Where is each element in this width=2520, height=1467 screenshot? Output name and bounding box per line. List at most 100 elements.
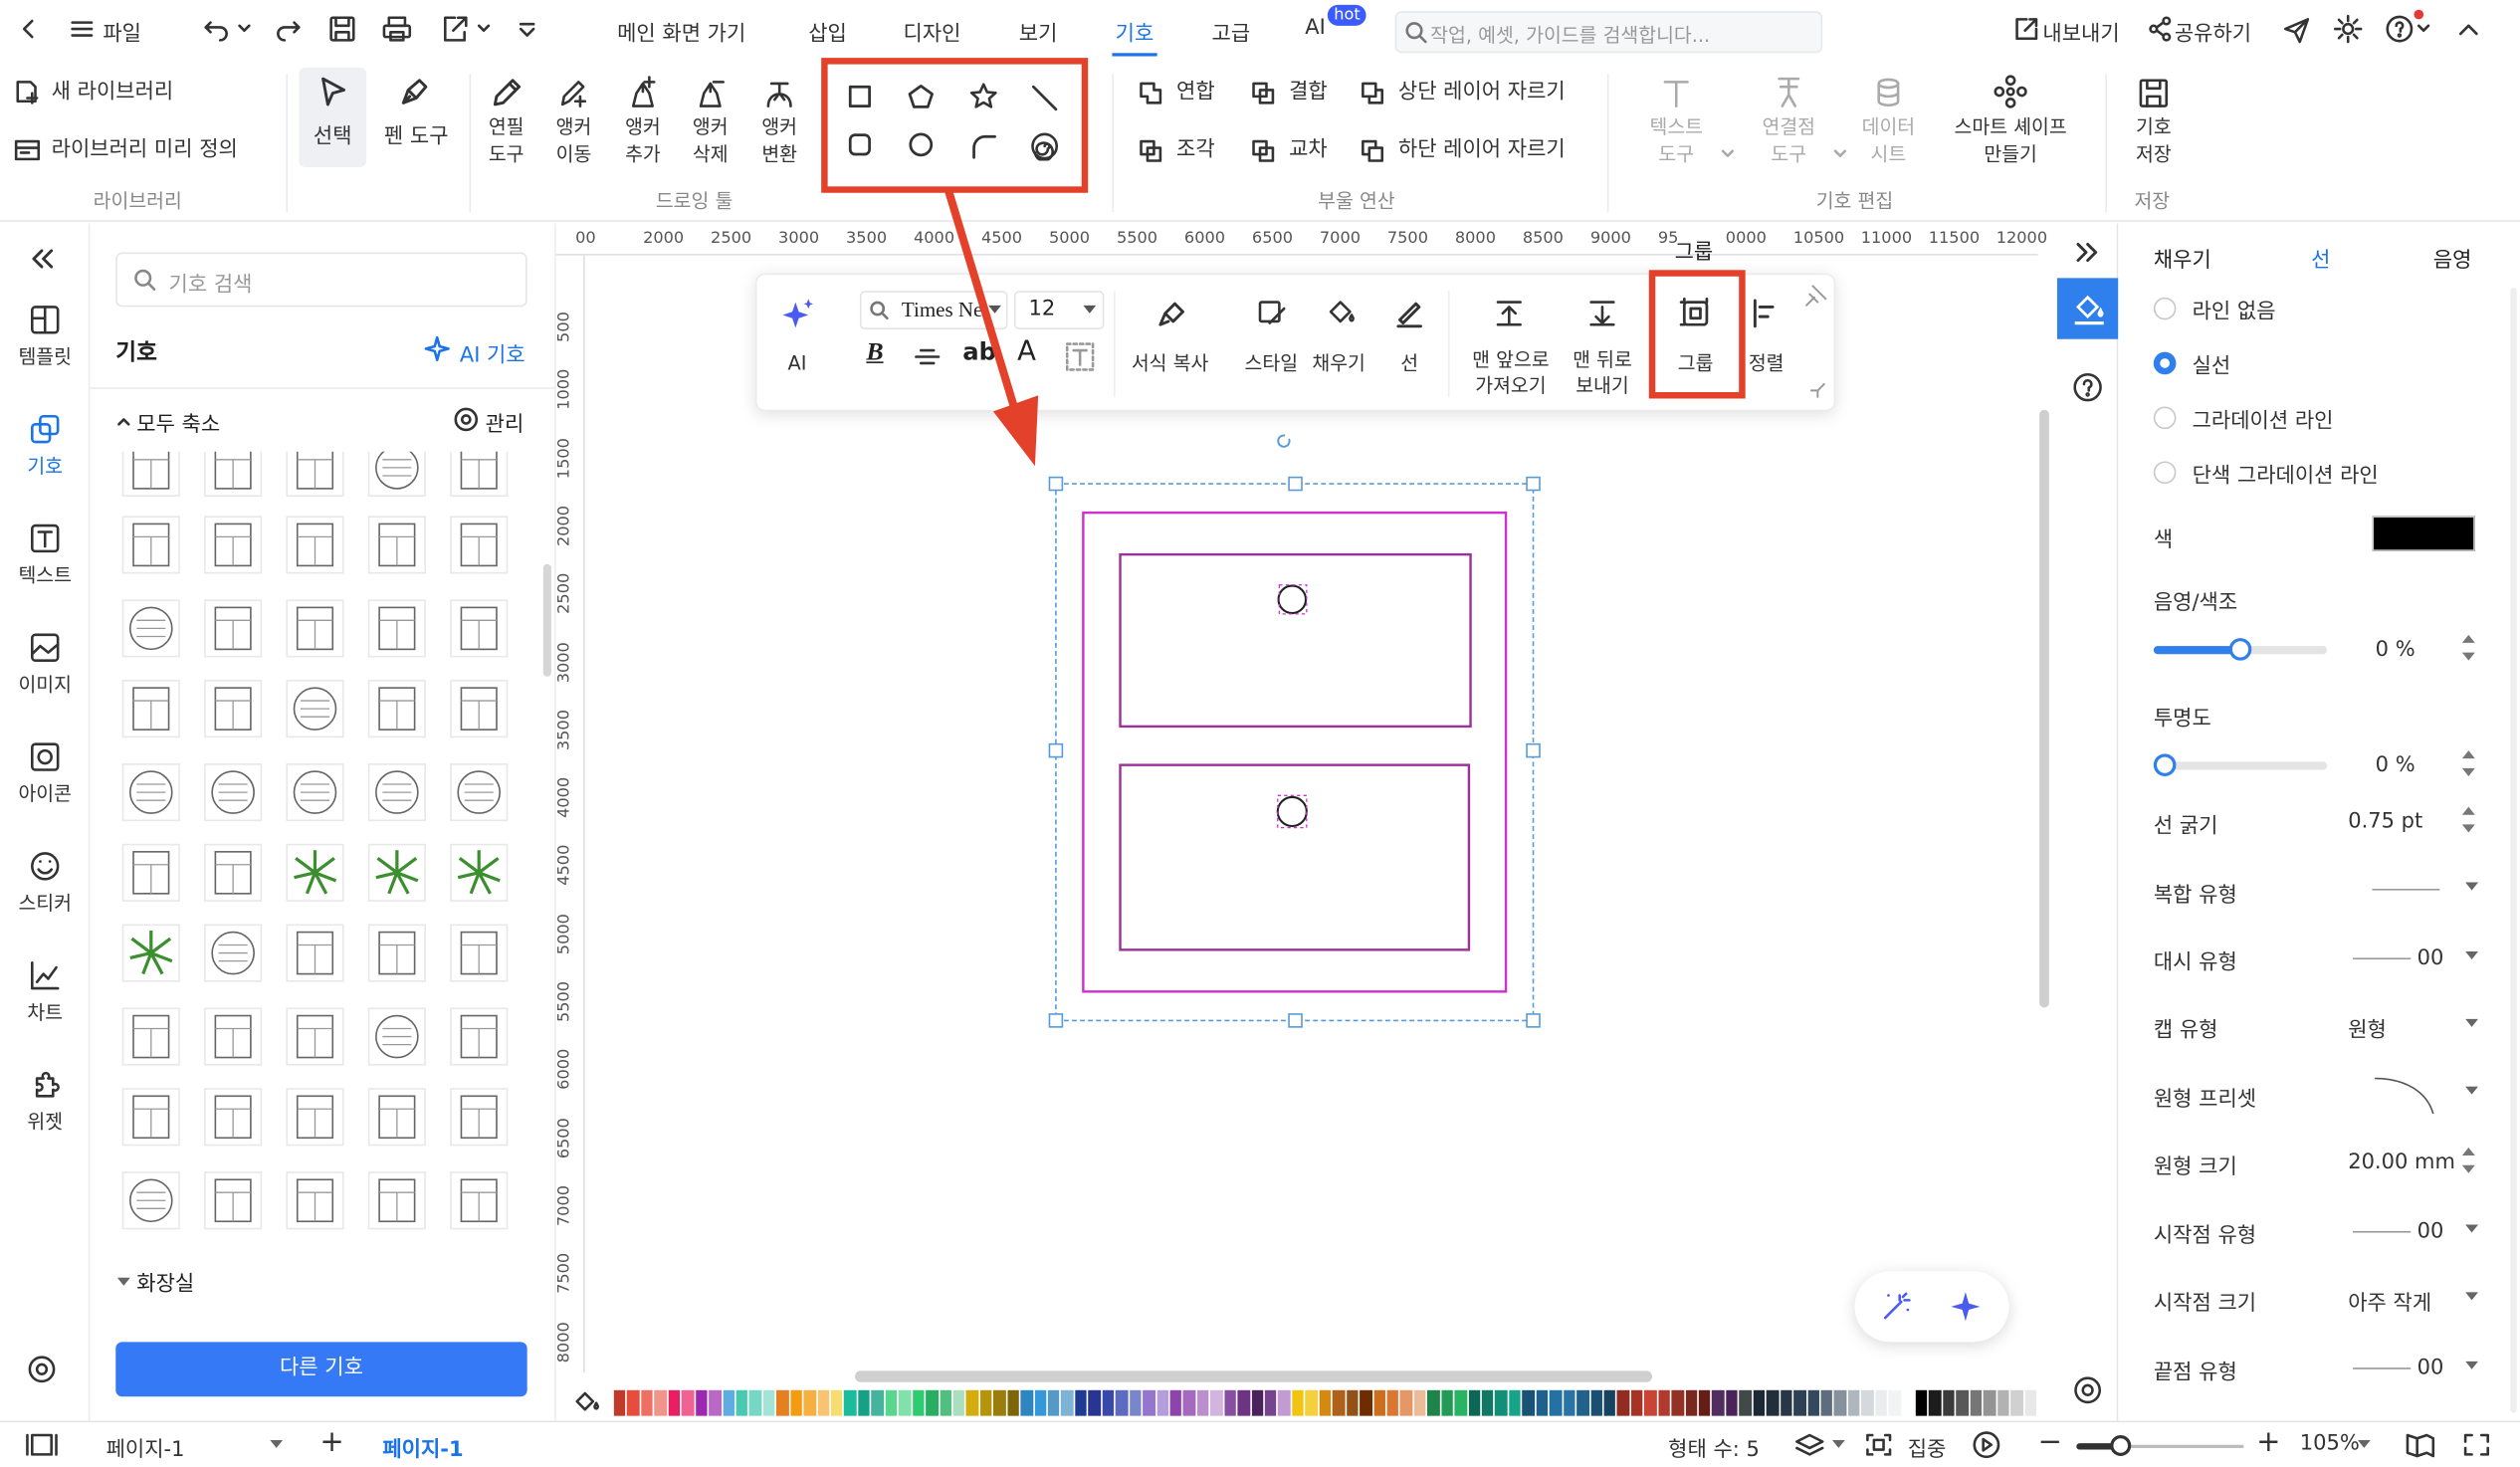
symbol-thumbnail[interactable]: [121, 599, 180, 658]
palette-swatch[interactable]: [1129, 1389, 1142, 1416]
collapse-all-button[interactable]: 모두 축소: [136, 407, 220, 437]
tab-shadow[interactable]: 음영: [2433, 243, 2472, 273]
symbol-thumbnail[interactable]: [121, 680, 180, 738]
send-back-icon[interactable]: [1586, 298, 1618, 329]
palette-swatch[interactable]: [1712, 1389, 1725, 1416]
crop-top-button[interactable]: 상단 레이어 자르기: [1398, 81, 1566, 106]
help-icon[interactable]: [2385, 15, 2414, 44]
palette-swatch[interactable]: [1589, 1389, 1602, 1416]
nav-icons[interactable]: 아이콘: [0, 740, 90, 806]
style-label[interactable]: 스타일: [1239, 352, 1304, 376]
symbol-thumbnail[interactable]: [204, 1171, 263, 1230]
send-icon[interactable]: [2282, 16, 2311, 45]
shade-slider-knob[interactable]: [2228, 638, 2252, 661]
palette-swatch[interactable]: [1155, 1389, 1168, 1416]
opacity-stepper-icon[interactable]: [2461, 747, 2475, 779]
menu-view[interactable]: 보기: [1019, 16, 1058, 47]
palette-swatch[interactable]: [1115, 1389, 1128, 1416]
palette-swatch[interactable]: [1874, 1389, 1887, 1416]
symbol-thumbnail[interactable]: [450, 516, 509, 574]
end-type-value[interactable]: 00: [2417, 1357, 2444, 1380]
vertical-scrollbar[interactable]: [2039, 409, 2049, 1008]
radio-gradient[interactable]: [2153, 406, 2177, 430]
symbol-thumbnail[interactable]: [121, 843, 180, 902]
end-type-dropdown-icon[interactable]: [2465, 1361, 2479, 1371]
palette-swatch[interactable]: [1915, 1389, 1928, 1416]
panel-settings-icon[interactable]: [2071, 1374, 2103, 1406]
radio-solid-gradient[interactable]: [2153, 461, 2177, 485]
predefined-library-icon[interactable]: [13, 136, 42, 162]
palette-swatch[interactable]: [735, 1389, 748, 1416]
predefined-library-button[interactable]: 라이브러리 미리 정의: [52, 138, 238, 164]
share-icon[interactable]: [2147, 16, 2173, 42]
palette-swatch[interactable]: [627, 1389, 640, 1416]
focus-icon[interactable]: [1864, 1432, 1893, 1458]
ai-label[interactable]: AI: [773, 352, 821, 376]
shade-value[interactable]: 0 %: [2376, 638, 2415, 662]
style-icon[interactable]: [1255, 298, 1287, 329]
page-select[interactable]: 페이지-1: [106, 1432, 185, 1462]
intersect-button[interactable]: 교차: [1289, 138, 1328, 164]
palette-swatch[interactable]: [912, 1389, 925, 1416]
connection-tool-icon[interactable]: [1775, 74, 1803, 109]
palette-swatch[interactable]: [1427, 1389, 1440, 1416]
zoom-dropdown-icon[interactable]: [2357, 1439, 2371, 1450]
resize-handles[interactable]: [1048, 476, 1541, 1028]
collapse-all-icon[interactable]: [115, 413, 131, 429]
palette-swatch[interactable]: [1061, 1389, 1074, 1416]
palette-swatch[interactable]: [1020, 1389, 1033, 1416]
pin-icon[interactable]: [1804, 285, 1827, 308]
color-swatch[interactable]: [2372, 516, 2475, 551]
symbol-thumbnail[interactable]: [286, 1088, 344, 1147]
palette-swatch[interactable]: [1793, 1389, 1806, 1416]
palette-swatch[interactable]: [789, 1389, 802, 1416]
bottom-drawer-rectangle[interactable]: [1119, 763, 1471, 951]
symbol-thumbnail[interactable]: [367, 451, 426, 497]
start-type-value[interactable]: 00: [2417, 1220, 2444, 1244]
bring-front-label-1[interactable]: 맨 앞으로: [1461, 348, 1561, 372]
tab-line[interactable]: 선: [2311, 243, 2330, 273]
palette-swatch[interactable]: [1780, 1389, 1792, 1416]
collapse-toolbar-icon[interactable]: [1808, 381, 1827, 400]
palette-swatch[interactable]: [654, 1389, 667, 1416]
start-size-dropdown-icon[interactable]: [2465, 1292, 2479, 1302]
palette-swatch[interactable]: [1223, 1389, 1236, 1416]
palette-swatch[interactable]: [1576, 1389, 1589, 1416]
symbol-thumbnail[interactable]: [286, 680, 344, 738]
zoom-value[interactable]: 105%: [2300, 1432, 2360, 1456]
palette-swatch[interactable]: [1847, 1389, 1860, 1416]
symbol-thumbnail[interactable]: [367, 1088, 426, 1147]
palette-swatch[interactable]: [1088, 1389, 1101, 1416]
cap-dropdown-icon[interactable]: [2465, 1018, 2479, 1029]
nav-text[interactable]: 텍스트: [0, 523, 90, 588]
palette-swatch[interactable]: [803, 1389, 816, 1416]
more-symbols-button[interactable]: 다른 기호: [115, 1342, 527, 1397]
palette-swatch[interactable]: [1549, 1389, 1562, 1416]
page-tab[interactable]: 페이지-1: [382, 1432, 463, 1462]
pencil-icon[interactable]: [491, 78, 523, 109]
palette-swatch[interactable]: [613, 1389, 626, 1416]
palette-swatch[interactable]: [2023, 1389, 2036, 1416]
palette-swatch[interactable]: [979, 1389, 992, 1416]
symbol-thumbnail[interactable]: [121, 516, 180, 574]
combine-button[interactable]: 결합: [1289, 81, 1328, 106]
palette-swatch[interactable]: [1820, 1389, 1833, 1416]
top-knob-circle[interactable]: [1277, 584, 1308, 615]
symbol-thumbnail[interactable]: [450, 924, 509, 982]
palette-swatch[interactable]: [993, 1389, 1006, 1416]
palette-swatch[interactable]: [966, 1389, 979, 1416]
symbol-thumbnail[interactable]: [286, 1007, 344, 1066]
start-type-dropdown-icon[interactable]: [2465, 1224, 2479, 1234]
symbol-thumbnail[interactable]: [286, 516, 344, 574]
symbol-thumbnail[interactable]: [121, 924, 180, 982]
palette-swatch[interactable]: [830, 1389, 843, 1416]
palette-swatch[interactable]: [1075, 1389, 1088, 1416]
nav-templates[interactable]: 템플릿: [0, 304, 90, 369]
palette-swatch[interactable]: [1468, 1389, 1481, 1416]
palette-swatch[interactable]: [926, 1389, 939, 1416]
symbol-thumbnail[interactable]: [204, 843, 263, 902]
symbol-thumbnail[interactable]: [450, 680, 509, 738]
send-back-label-1[interactable]: 맨 뒤로: [1561, 348, 1644, 372]
crop-top-icon[interactable]: [1360, 81, 1385, 106]
round-size-value[interactable]: 20.00 mm: [2348, 1151, 2455, 1174]
